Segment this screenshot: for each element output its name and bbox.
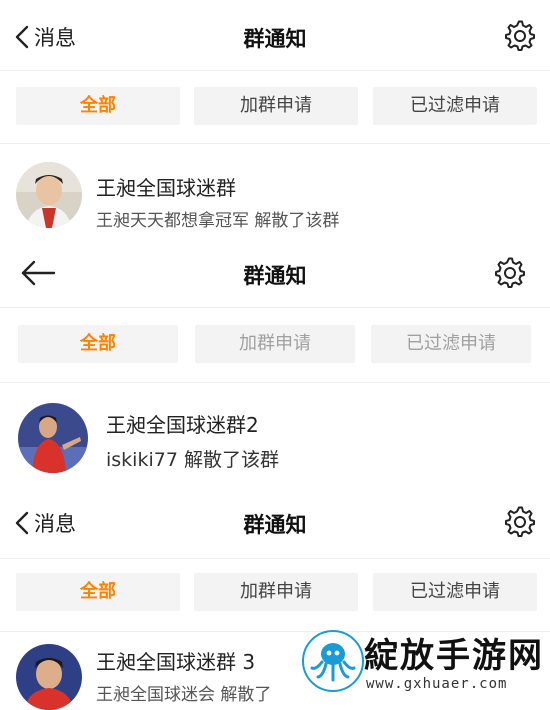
page-title: 群通知 <box>243 264 307 288</box>
filter-tabs: 全部 加群申请 已过滤申请 <box>0 71 550 144</box>
page-title: 群通知 <box>243 513 307 537</box>
tab-filtered-requests[interactable]: 已过滤申请 <box>373 573 537 611</box>
watermark-url: www.gxhuaer.com <box>366 676 508 692</box>
avatar <box>18 403 88 473</box>
gear-icon[interactable] <box>504 20 536 52</box>
nav-bar: 消息 群通知 <box>0 0 550 71</box>
tab-join-requests[interactable]: 加群申请 <box>194 87 358 125</box>
nav-bar: 群通知 <box>0 237 550 308</box>
tab-all[interactable]: 全部 <box>16 87 180 125</box>
dissolve-message: 王昶全国球迷会 解散了 <box>96 685 272 705</box>
tab-filtered-requests[interactable]: 已过滤申请 <box>373 87 537 125</box>
group-name: 王昶全国球迷群 <box>96 176 236 200</box>
group-notice-panel-1: 消息 群通知 全部 加群申请 已过滤申请 王昶全国球迷群 王昶天天都想拿冠军 解… <box>0 0 550 237</box>
tab-all[interactable]: 全部 <box>18 325 178 363</box>
tab-all[interactable]: 全部 <box>16 573 180 611</box>
avatar <box>16 162 82 228</box>
site-watermark: 綻放手游网 www.gxhuaer.com <box>300 618 550 709</box>
dissolve-message: 王昶天天都想拿冠军 解散了该群 <box>96 211 340 231</box>
tab-filtered-requests[interactable]: 已过滤申请 <box>371 325 531 363</box>
watermark-brand: 綻放手游网 <box>364 636 544 676</box>
octopus-logo-icon <box>302 630 364 692</box>
avatar <box>16 644 82 710</box>
page-title: 群通知 <box>243 27 307 51</box>
group-notice-panel-2: 群通知 全部 加群申请 已过滤申请 王昶全国球迷群2 iskiki77 解散了该… <box>0 237 550 490</box>
tab-join-requests[interactable]: 加群申请 <box>195 325 355 363</box>
notice-item[interactable]: 王昶全国球迷群 王昶天天都想拿冠军 解散了该群 <box>0 144 550 239</box>
gear-icon[interactable] <box>494 257 526 289</box>
group-name: 王昶全国球迷群2 <box>106 413 259 437</box>
group-name: 王昶全国球迷群 3 <box>96 650 256 674</box>
nav-bar: 消息 群通知 <box>0 490 550 559</box>
tab-join-requests[interactable]: 加群申请 <box>194 573 358 611</box>
filter-tabs: 全部 加群申请 已过滤申请 <box>0 308 550 383</box>
gear-icon[interactable] <box>504 506 536 538</box>
dissolve-message: iskiki77 解散了该群 <box>106 449 279 471</box>
notice-item[interactable]: 王昶全国球迷群2 iskiki77 解散了该群 <box>0 383 550 491</box>
